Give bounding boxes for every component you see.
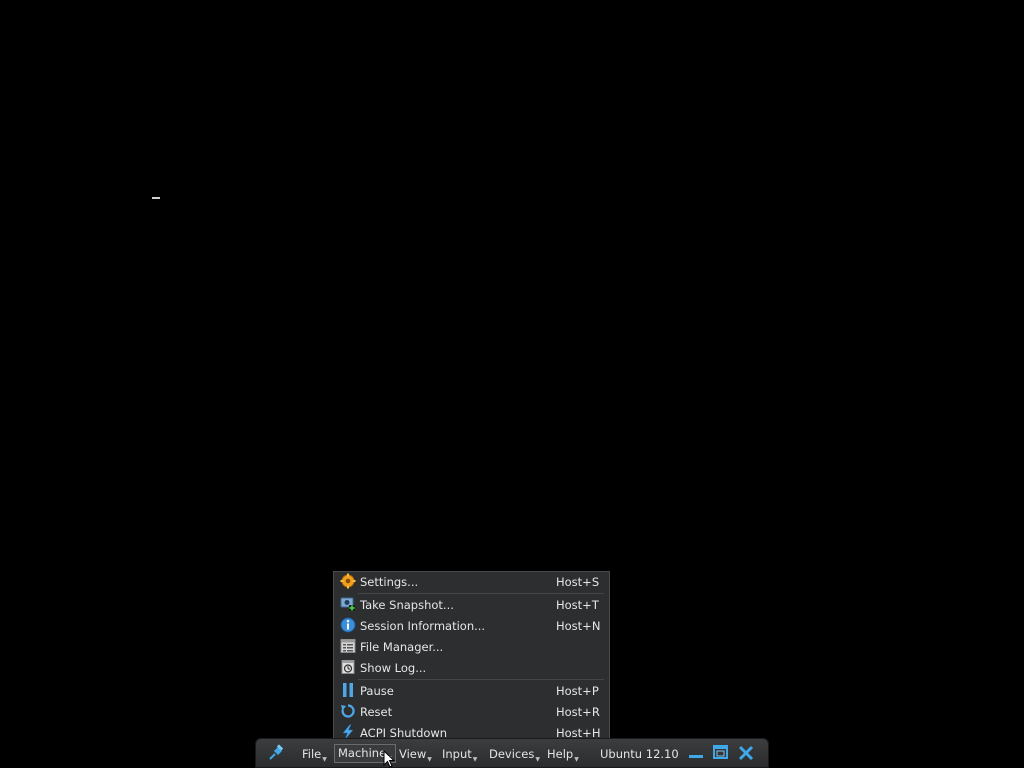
mouse-pointer-icon <box>383 750 395 768</box>
menu-item-reset[interactable]: Reset Host+R <box>334 702 609 722</box>
menu-item-take-snapshot[interactable]: Take Snapshot... Host+T <box>334 595 609 615</box>
machine-menu-dropdown: Settings... Host+S Take Snapshot... Host… <box>333 571 610 745</box>
menu-separator <box>358 679 604 680</box>
menu-separator <box>358 593 604 594</box>
minimize-icon[interactable] <box>687 744 705 762</box>
chevron-down-icon: ▼ <box>535 756 540 763</box>
show-log-icon <box>341 660 355 674</box>
menu-view[interactable]: View▼ <box>396 746 435 763</box>
menu-item-pause[interactable]: Pause Host+P <box>334 681 609 701</box>
menu-item-label: Reset <box>360 705 393 719</box>
menu-item-show-log[interactable]: Show Log... <box>334 658 609 678</box>
menu-input[interactable]: Input▼ <box>439 746 480 763</box>
settings-gear-icon <box>340 573 356 589</box>
vm-name-label: Ubuntu 12.10 <box>600 747 679 761</box>
menu-devices[interactable]: Devices▼ <box>486 746 543 763</box>
console-text-cursor <box>152 197 160 199</box>
menu-item-label: Session Information... <box>360 619 486 633</box>
chevron-down-icon: ▼ <box>322 756 327 763</box>
snapshot-camera-icon <box>340 597 355 611</box>
chevron-down-icon: ▼ <box>472 756 478 763</box>
menu-item-label: Pause <box>360 684 394 698</box>
vm-mini-toolbar: File▼ Machine▼ View▼ Input▼ Devices▼ Hel… <box>255 738 769 768</box>
reset-icon <box>341 704 355 718</box>
restore-icon[interactable] <box>712 744 730 762</box>
file-manager-icon <box>340 639 356 653</box>
menu-help[interactable]: Help▼ <box>544 746 582 763</box>
vm-screen[interactable]: Settings... Host+S Take Snapshot... Host… <box>0 0 1024 768</box>
menu-item-file-manager[interactable]: File Manager... <box>334 637 609 657</box>
menu-item-shortcut: Host+S <box>556 575 600 589</box>
pin-icon[interactable] <box>267 744 285 762</box>
pause-icon <box>343 683 353 697</box>
menu-item-settings[interactable]: Settings... Host+S <box>334 572 609 592</box>
close-icon[interactable] <box>737 744 755 762</box>
chevron-down-icon: ▼ <box>427 756 432 763</box>
chevron-down-icon: ▼ <box>574 756 579 763</box>
menu-item-label: File Manager... <box>360 640 444 654</box>
info-icon <box>340 617 356 633</box>
menu-file[interactable]: File▼ <box>299 746 330 763</box>
menu-item-label: Settings... <box>360 575 419 589</box>
menu-item-shortcut: Host+P <box>556 684 599 698</box>
menu-item-shortcut: Host+T <box>556 598 599 612</box>
menu-item-label: Take Snapshot... <box>360 598 454 612</box>
menu-item-label: Show Log... <box>360 661 427 675</box>
menu-item-session-information[interactable]: Session Information... Host+N <box>334 616 609 636</box>
menu-item-shortcut: Host+N <box>556 619 601 633</box>
menu-item-shortcut: Host+R <box>556 705 600 719</box>
